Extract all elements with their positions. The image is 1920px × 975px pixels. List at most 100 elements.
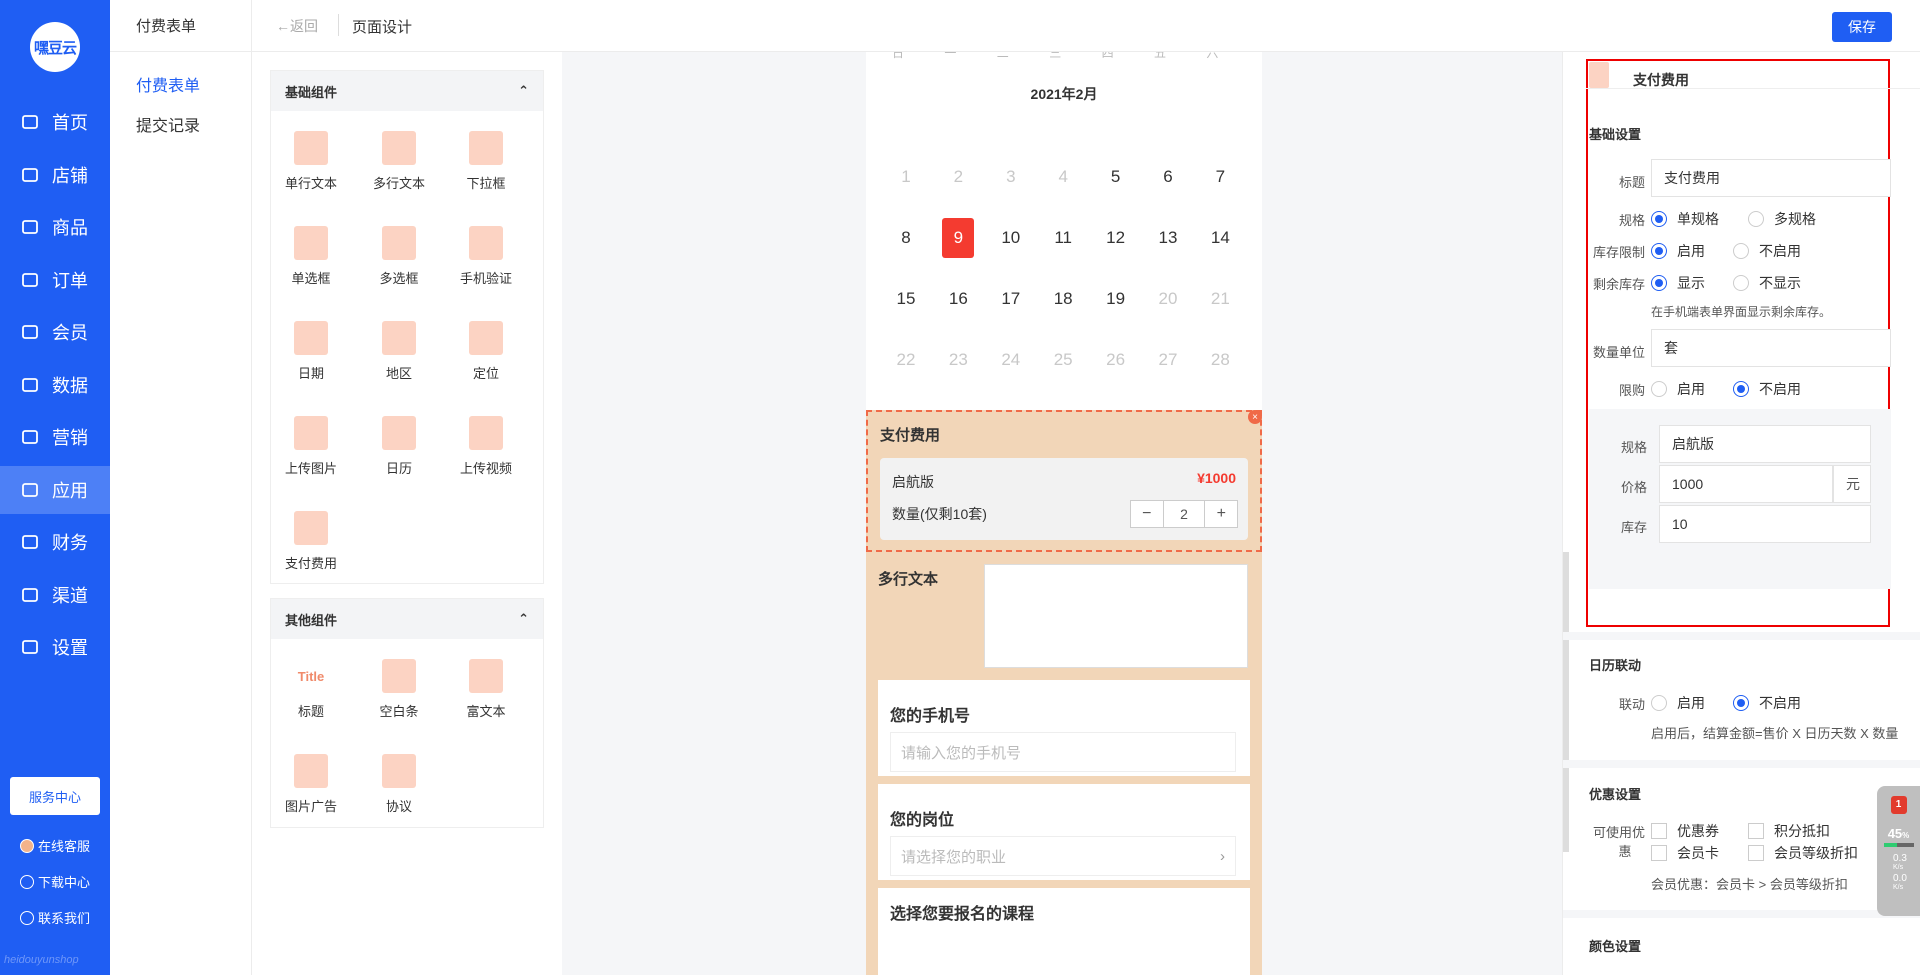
stock-limit-enable-radio[interactable]: 启用 [1651, 241, 1705, 261]
calendar-day[interactable]: 13 [1142, 218, 1194, 258]
calendar-day[interactable]: 17 [985, 279, 1037, 319]
phone-input[interactable]: 请输入您的手机号 [890, 732, 1236, 772]
contact-us-label: 联系我们 [38, 911, 91, 926]
remain-show-radio[interactable]: 显示 [1651, 273, 1705, 293]
calendar-day[interactable]: 16 [932, 279, 984, 319]
sub-item-paid-form[interactable]: 付费表单 [136, 72, 200, 96]
calendar-day[interactable]: 11 [1037, 218, 1089, 258]
palette-item-10[interactable]: 日历 [359, 416, 439, 477]
nav-item-8[interactable]: 财务 [0, 518, 110, 566]
palette-item-12[interactable]: 支付费用 [271, 511, 351, 572]
contact-us-link[interactable]: 联系我们 [20, 908, 90, 927]
sku-spec-input[interactable]: 启航版 [1659, 425, 1871, 463]
limit-enable-radio[interactable]: 启用 [1651, 379, 1705, 399]
sub-item-submit-records[interactable]: 提交记录 [136, 112, 200, 136]
palette-item-1[interactable]: 空白条 [359, 659, 439, 720]
download-center-link[interactable]: 下载中心 [20, 872, 90, 891]
online-service-link[interactable]: 在线客服 [20, 836, 90, 855]
close-icon[interactable]: × [1248, 410, 1262, 424]
palette-item-1[interactable]: 多行文本 [359, 131, 439, 192]
member-level-checkbox[interactable]: 会员等级折扣 [1748, 843, 1858, 863]
calendar-day[interactable]: 14 [1194, 218, 1246, 258]
service-center-button[interactable]: 服务中心 [10, 777, 100, 815]
palette-item-8[interactable]: 定位 [446, 321, 526, 382]
component-icon [382, 416, 416, 450]
other-components-header[interactable]: 其他组件 ⌃ [271, 599, 543, 639]
checkbox-icon [1651, 823, 1667, 839]
calendar-day[interactable]: 9 [932, 218, 984, 258]
quantity-value[interactable]: 2 [1162, 501, 1206, 527]
spec-single-radio[interactable]: 单规格 [1651, 209, 1719, 229]
brand-logo[interactable]: 嘿豆云 [30, 22, 80, 72]
job-select[interactable]: 请选择您的职业 › [890, 836, 1236, 876]
palette-item-0[interactable]: 单行文本 [271, 131, 351, 192]
nav-item-0[interactable]: 首页 [0, 98, 110, 146]
calendar-day[interactable]: 5 [1090, 157, 1142, 197]
nav-item-1[interactable]: 店铺 [0, 151, 110, 199]
nav-item-5[interactable]: 数据 [0, 361, 110, 409]
quantity-stepper[interactable]: − 2 + [1130, 500, 1238, 528]
calendar-day-number: 4 [1058, 167, 1068, 186]
plus-button[interactable]: + [1205, 501, 1237, 527]
tag-icon [20, 427, 40, 447]
back-button[interactable]: ←返回 [276, 16, 318, 36]
nav-item-4[interactable]: 会员 [0, 308, 110, 356]
network-monitor-widget[interactable]: 1 45% 0.3 K/s 0.0 K/s [1877, 786, 1920, 916]
calendar-day[interactable]: 10 [985, 218, 1037, 258]
palette-item-2[interactable]: 富文本 [446, 659, 526, 720]
calendar-day[interactable]: 12 [1090, 218, 1142, 258]
title-input[interactable]: 支付费用 [1651, 159, 1891, 197]
coupon-checkbox[interactable]: 优惠券 [1651, 821, 1719, 841]
multiline-textarea[interactable] [984, 564, 1248, 668]
points-checkbox[interactable]: 积分抵扣 [1748, 821, 1830, 841]
spec-multi-radio[interactable]: 多规格 [1748, 209, 1816, 229]
palette-item-4[interactable]: 协议 [359, 754, 439, 815]
back-label: 返回 [290, 18, 318, 34]
nav-item-7[interactable]: 应用 [0, 465, 110, 514]
sku-stock-input[interactable]: 10 [1659, 505, 1871, 543]
stock-limit-disable-radio[interactable]: 不启用 [1733, 241, 1801, 261]
nav-item-3[interactable]: 订单 [0, 256, 110, 304]
calendar-day[interactable]: 6 [1142, 157, 1194, 197]
section-divider [1563, 632, 1920, 640]
nav-item-10[interactable]: 设置 [0, 623, 110, 671]
chevron-right-icon: › [1220, 847, 1225, 865]
pay-fee-block[interactable]: × 支付费用 启航版 ¥1000 数量(仅剩10套) − 2 + [866, 410, 1262, 552]
palette-item-11[interactable]: 上传视频 [446, 416, 526, 477]
unit-input[interactable]: 套 [1651, 329, 1891, 367]
limit-disable-radio[interactable]: 不启用 [1733, 379, 1801, 399]
calendar-day[interactable]: 8 [880, 218, 932, 258]
radio-unchecked-icon [1651, 381, 1667, 397]
minus-button[interactable]: − [1131, 501, 1163, 527]
nav-item-9[interactable]: 渠道 [0, 571, 110, 619]
calendar-day[interactable]: 19 [1090, 279, 1142, 319]
palette-item-2[interactable]: 下拉框 [446, 131, 526, 192]
palette-item-6[interactable]: 日期 [271, 321, 351, 382]
nav-item-2[interactable]: 商品 [0, 203, 110, 251]
hide-label: 不显示 [1759, 275, 1801, 291]
palette-item-3[interactable]: 单选框 [271, 226, 351, 287]
basic-components-header[interactable]: 基础组件 ⌃ [271, 71, 543, 111]
palette-item-9[interactable]: 上传图片 [271, 416, 351, 477]
properties-panel: 支付费用 基础设置 标题 支付费用 规格 单规格 多规格 库存限制 启用 不启用… [1562, 52, 1920, 975]
properties-scrollbar[interactable] [1563, 552, 1569, 852]
palette-item-label: 多选框 [379, 271, 419, 286]
palette-item-0[interactable]: Title 标题 [271, 659, 351, 720]
member-card-checkbox[interactable]: 会员卡 [1651, 843, 1719, 863]
palette-item-3[interactable]: 图片广告 [271, 754, 351, 815]
palette-item-5[interactable]: 手机验证 [446, 226, 526, 287]
calendar-day[interactable]: 7 [1194, 157, 1246, 197]
nav-item-6[interactable]: 营销 [0, 413, 110, 461]
save-button[interactable]: 保存 [1832, 12, 1892, 42]
link-enable-radio[interactable]: 启用 [1651, 693, 1705, 713]
calendar-day[interactable]: 18 [1037, 279, 1089, 319]
sku-price-input[interactable]: 1000 [1659, 465, 1833, 503]
link-disable-radio[interactable]: 不启用 [1733, 693, 1801, 713]
palette-item-7[interactable]: 地区 [359, 321, 439, 382]
palette-item-4[interactable]: 多选框 [359, 226, 439, 287]
disable-label: 不启用 [1759, 695, 1801, 711]
calendar-day[interactable]: 15 [880, 279, 932, 319]
remain-hide-radio[interactable]: 不显示 [1733, 273, 1801, 293]
avatar-icon [20, 838, 34, 853]
pay-sku-price: ¥1000 [1197, 470, 1236, 486]
